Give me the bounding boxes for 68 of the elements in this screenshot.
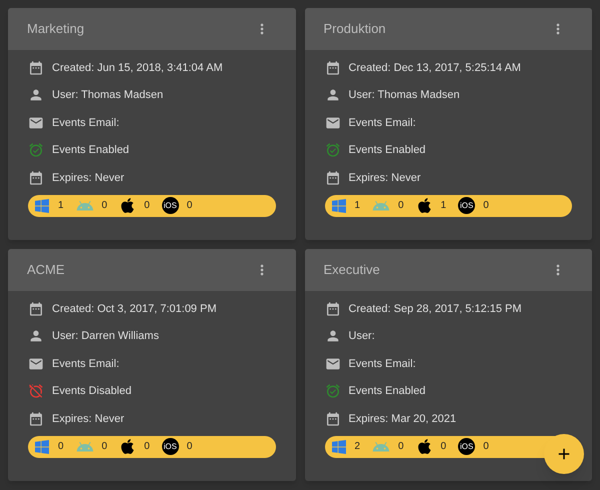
expires-text: Expires: Never (348, 170, 421, 186)
device-count: 0 (440, 440, 446, 454)
email-text: Events Email: (52, 116, 120, 130)
ios-badge: iOS (162, 197, 179, 214)
expires-text: Expires: Never (52, 412, 124, 426)
calendar-icon (324, 410, 340, 427)
device-count: 0 (144, 440, 150, 454)
envelope-icon (324, 356, 340, 372)
calendar-icon (324, 170, 340, 186)
person-icon (28, 87, 44, 104)
device-count: 0 (186, 199, 192, 213)
windows-logo-icon (330, 438, 346, 454)
calendar-icon (28, 60, 44, 76)
expires-text: Expires: Mar 20, 2021 (348, 412, 456, 426)
ios-badge: iOS (458, 438, 476, 455)
envelope-icon (28, 356, 44, 372)
expires-text: Expires: Never (52, 170, 124, 186)
events-status-text: Events Enabled (52, 143, 130, 158)
person-icon (324, 328, 340, 344)
card-title: ACME (27, 261, 65, 280)
windows-logo-icon (34, 438, 50, 454)
card-title: Executive (324, 261, 380, 280)
email-text: Events Email: (348, 356, 416, 372)
created-text: Created: Oct 3, 2017, 7:01:09 PM (52, 302, 216, 316)
calendar-icon (28, 300, 44, 317)
device-count: 0 (483, 199, 489, 213)
person-icon (324, 87, 340, 104)
device-count: 0 (144, 199, 150, 213)
apple-logo-icon (119, 438, 136, 455)
events-status-text: Events Enabled (348, 384, 426, 399)
created-text: Created: Sep 28, 2017, 5:12:15 PM (348, 302, 522, 316)
device-count: 0 (483, 440, 489, 454)
envelope-icon (324, 114, 340, 131)
events-status-text: Events Enabled (348, 143, 426, 158)
device-count: 0 (102, 199, 108, 213)
windows-logo-icon (330, 198, 346, 214)
card-title: Marketing (27, 20, 84, 38)
person-icon (28, 328, 44, 344)
events-status-text: Events Disabled (52, 384, 132, 399)
device-count: 0 (102, 440, 108, 454)
device-count: 1 (440, 199, 446, 213)
ios-badge: iOS (162, 438, 179, 455)
user-text: User: Thomas Madsen (348, 88, 460, 103)
card-title: Produktion (324, 20, 386, 38)
user-text: User: Thomas Madsen (52, 88, 164, 103)
device-count: 0 (186, 440, 192, 454)
device-count: 0 (398, 199, 404, 213)
apple-logo-icon (416, 438, 433, 455)
ios-badge: iOS (458, 197, 476, 214)
created-text: Created: Jun 15, 2018, 3:41:04 AM (52, 60, 223, 76)
windows-logo-icon (34, 198, 50, 214)
envelope-icon (28, 114, 44, 131)
calendar-icon (28, 170, 44, 186)
calendar-icon (324, 60, 340, 76)
user-text: User: (348, 329, 375, 344)
email-text: Events Email: (52, 356, 120, 372)
device-count: 0 (58, 440, 64, 454)
apple-logo-icon (119, 197, 136, 214)
created-text: Created: Dec 13, 2017, 5:25:14 AM (348, 60, 521, 76)
email-text: Events Email: (348, 116, 416, 130)
calendar-icon (28, 410, 44, 427)
device-count: 1 (354, 199, 360, 213)
device-count: 2 (354, 440, 360, 454)
user-text: User: Darren Williams (52, 329, 159, 344)
calendar-icon (324, 300, 340, 317)
device-count: 1 (58, 199, 64, 213)
device-count: 0 (398, 440, 404, 454)
apple-logo-icon (416, 197, 433, 214)
